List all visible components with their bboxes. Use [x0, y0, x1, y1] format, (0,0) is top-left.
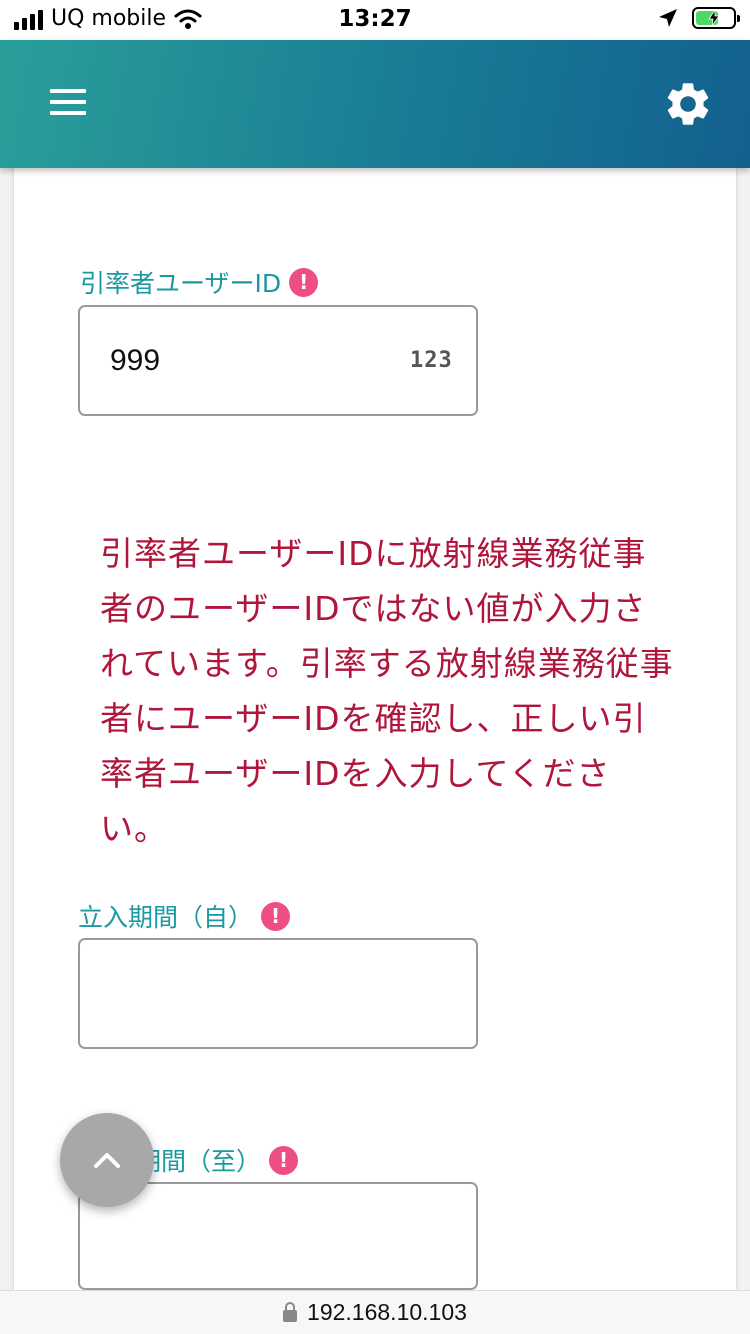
lock-icon — [283, 1301, 298, 1322]
period-from-label: 立入期間（自） ! — [78, 898, 291, 934]
battery-charging-icon — [692, 7, 740, 29]
period-from-input[interactable] — [78, 938, 478, 1049]
leader-id-label-text: 引率者ユーザーID — [80, 269, 282, 298]
period-to-label: 期間（至） ! — [136, 1142, 299, 1178]
required-alert-icon: ! — [289, 267, 319, 297]
location-arrow-icon — [659, 9, 677, 27]
status-bar-right — [658, 7, 740, 29]
chevron-up-icon — [94, 1153, 120, 1168]
menu-button[interactable] — [40, 74, 100, 134]
browser-url-bar[interactable]: 192.168.10.103 — [0, 1290, 750, 1334]
scroll-top-button[interactable] — [60, 1113, 154, 1207]
leader-id-error-message: 引率者ユーザーIDに放射線業務従事者のユーザーIDではない値が入力されています。… — [100, 534, 674, 848]
required-alert-icon: ! — [261, 901, 291, 931]
required-alert-icon: ! — [269, 1145, 299, 1175]
url-text: 192.168.10.103 — [307, 1299, 467, 1325]
settings-gear-icon — [667, 83, 709, 125]
leader-id-label: 引率者ユーザーID ! — [80, 264, 319, 300]
status-bar: UQ mobile 13:27 — [0, 0, 750, 40]
period-from-label-text: 立入期間（自） — [78, 903, 254, 932]
period-to-input[interactable] — [78, 1182, 478, 1290]
period-to-label-text: 期間（至） — [136, 1147, 262, 1176]
status-time: 13:27 — [338, 6, 412, 32]
app-bar — [0, 40, 750, 168]
numeric-keyboard-hint-icon: 123 — [410, 348, 453, 373]
settings-button[interactable] — [662, 78, 714, 130]
